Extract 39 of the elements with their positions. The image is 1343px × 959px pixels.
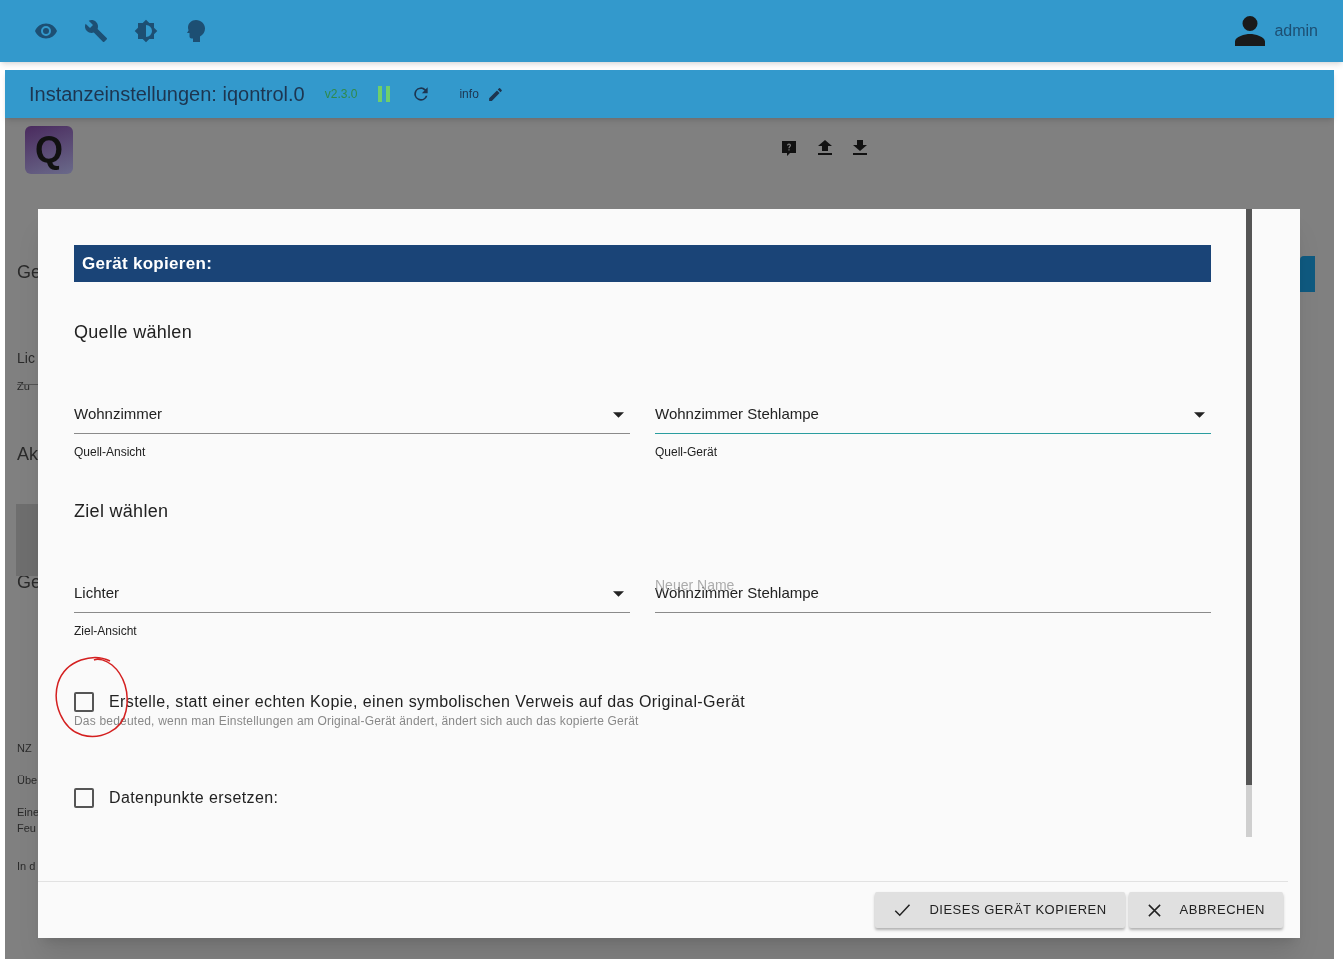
upload-icon[interactable] — [818, 140, 832, 156]
background-text: Ak — [17, 446, 39, 462]
select-field[interactable]: Lichter — [74, 581, 630, 613]
dropdown-caret-icon[interactable] — [613, 590, 624, 597]
select-field[interactable]: Wohnzimmer — [74, 402, 630, 434]
background-text: Feu — [17, 821, 37, 836]
wrench-icon[interactable] — [84, 19, 108, 43]
head-icon[interactable] — [184, 19, 206, 43]
helper-text: Ziel-Ansicht — [74, 623, 138, 640]
info-label: info — [459, 86, 479, 103]
download-icon[interactable] — [853, 140, 867, 156]
dropdown-caret-icon[interactable] — [613, 411, 624, 418]
copy-button[interactable]: DIESES GERÄT KOPIEREN — [875, 892, 1125, 928]
section-heading: Ziel wählen — [74, 500, 170, 523]
logo-letter: Q — [35, 132, 63, 168]
cancel-button[interactable]: ABBRECHEN — [1128, 892, 1283, 928]
scrollbar-thumb[interactable] — [1246, 209, 1252, 785]
instance-title: Instanzeinstellungen: iqontrol.0 — [29, 82, 305, 107]
background-text: Übe — [17, 773, 39, 788]
pencil-icon[interactable] — [486, 85, 504, 103]
dialog-title: Gerät kopieren: — [82, 252, 213, 275]
background-card — [16, 504, 38, 576]
helper-text: Quell-Ansicht — [74, 444, 147, 461]
select-field[interactable]: Wohnzimmer Stehlampe — [655, 402, 1211, 434]
checkbox[interactable] — [74, 692, 94, 712]
background-text: Lic — [17, 350, 36, 366]
help-icon[interactable] — [781, 140, 797, 157]
checkbox[interactable] — [74, 788, 94, 808]
dropdown-caret-icon[interactable] — [1194, 411, 1205, 418]
section-heading: Quelle wählen — [74, 321, 193, 344]
version-label: v2.3.0 — [324, 86, 358, 103]
close-icon — [1146, 902, 1162, 918]
brightness-icon[interactable] — [134, 19, 158, 43]
input-field[interactable]: Wohnzimmer Stehlampe Neuer Name — [655, 581, 1211, 613]
background-text: NZ — [17, 741, 33, 756]
background-text: Eine — [17, 805, 41, 820]
helper-text: Quell-Gerät — [655, 444, 719, 461]
background-text: In d — [17, 859, 37, 874]
checkbox-label[interactable]: Datenpunkte ersetzen: — [109, 788, 279, 808]
